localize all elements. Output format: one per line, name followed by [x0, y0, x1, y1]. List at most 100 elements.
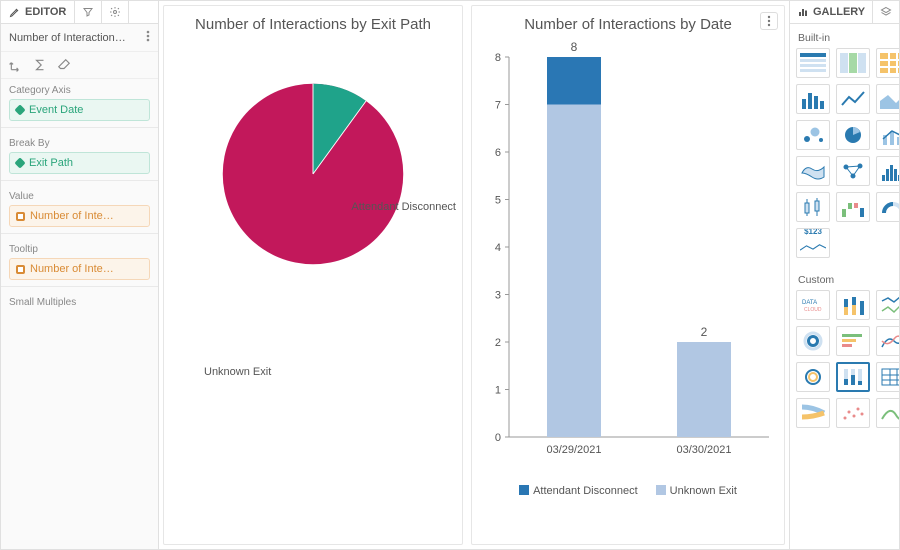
svg-text:5: 5 [495, 195, 501, 207]
svg-text:3: 3 [495, 290, 501, 302]
thumb-histogram[interactable] [876, 156, 899, 186]
thumb-gauge[interactable] [876, 192, 899, 222]
section-tooltip: Tooltip Number of Inte… [1, 238, 158, 282]
custom-grid: DATACLOUD [790, 290, 899, 436]
thumb-table-viz[interactable] [876, 362, 899, 392]
builtin-grid: $123 [790, 48, 899, 266]
divider [1, 233, 158, 234]
thumb-kpi[interactable]: $123 [796, 228, 830, 258]
thumb-geo[interactable] [796, 156, 830, 186]
pie-label-attendant: Attendant Disconnect [351, 201, 456, 213]
card-bar[interactable]: Number of Interactions by Date 0 1 2 3 4 [471, 5, 785, 545]
section-value: Value Number of Inte… [1, 185, 158, 229]
kebab-icon [764, 15, 774, 27]
settings-button[interactable] [102, 1, 129, 23]
thumb-stacked-bar-pct[interactable] [836, 362, 870, 392]
x-tick-0: 03/29/2021 [546, 444, 601, 456]
gallery-section-builtin: Built-in [790, 24, 899, 48]
thumb-waterfall[interactable] [836, 192, 870, 222]
svg-text:8: 8 [495, 52, 501, 64]
thumb-curve[interactable] [876, 398, 899, 428]
thumb-scatter[interactable] [836, 398, 870, 428]
thumb-lines-multi[interactable] [876, 326, 899, 356]
thumb-line[interactable] [836, 84, 870, 114]
chart-title: Number of Interactions by Date [524, 16, 732, 33]
chip-text: Event Date [29, 104, 83, 116]
card-pie[interactable]: Number of Interactions by Exit Path Atte… [163, 5, 463, 545]
divider [1, 180, 158, 181]
thumb-bar[interactable] [796, 84, 830, 114]
module-menu-button[interactable] [146, 30, 150, 45]
x-tick-1: 03/30/2021 [676, 444, 731, 456]
chip-glyph-icon [16, 265, 25, 274]
thumb-sparklines[interactable] [876, 290, 899, 320]
chart-title: Number of Interactions by Exit Path [195, 16, 431, 33]
svg-text:6: 6 [495, 147, 501, 159]
gallery-section-custom: Custom [790, 266, 899, 290]
app-root: EDITOR Number of Interaction… Category A… [0, 0, 900, 550]
editor-tool-row [1, 52, 158, 79]
thumb-pie[interactable] [836, 120, 870, 150]
thumb-grid-simple[interactable] [796, 48, 830, 78]
filter-icon [82, 6, 94, 18]
chip-exit-path[interactable]: Exit Path [9, 152, 150, 174]
thumb-sunburst[interactable] [796, 326, 830, 356]
section-label: Break By [9, 138, 150, 149]
thumb-combo[interactable] [876, 120, 899, 150]
section-label: Value [9, 191, 150, 202]
divider [1, 127, 158, 128]
legend-item-attendant[interactable]: Attendant Disconnect [519, 485, 638, 497]
thumb-boxplot[interactable] [796, 192, 830, 222]
thumb-bubble[interactable] [796, 120, 830, 150]
chip-glyph-icon [16, 212, 25, 221]
thumb-network[interactable] [836, 156, 870, 186]
chip-glyph-icon [14, 157, 25, 168]
svg-text:DATA: DATA [802, 300, 817, 306]
module-title: Number of Interaction… [9, 32, 126, 44]
pie-chart [218, 79, 408, 269]
section-label: Category Axis [9, 85, 150, 96]
legend-item-unknown[interactable]: Unknown Exit [656, 485, 737, 497]
canvas: Number of Interactions by Exit Path Atte… [159, 1, 789, 549]
thumb-grid-columns[interactable] [836, 48, 870, 78]
chip-tooltip[interactable]: Number of Inte… [9, 258, 150, 280]
chip-event-date[interactable]: Event Date [9, 99, 150, 121]
chip-text: Number of Inte… [30, 263, 114, 275]
thumb-stacked-bar[interactable] [836, 290, 870, 320]
tab-editor[interactable]: EDITOR [1, 1, 75, 23]
svg-text:0: 0 [495, 432, 501, 444]
svg-text:CLOUD: CLOUD [804, 307, 822, 313]
module-title-row: Number of Interaction… [1, 24, 158, 52]
eraser-icon[interactable] [57, 58, 71, 72]
bar-chart-icon [797, 6, 809, 18]
thumb-sankey[interactable] [796, 398, 830, 428]
bar-total-1: 2 [701, 325, 708, 339]
svg-text:1: 1 [495, 385, 501, 397]
section-category-axis: Category Axis Event Date [1, 79, 158, 123]
gallery-panel: GALLERY Built-in $123 Custom [789, 1, 899, 549]
section-label: Small Multiples [9, 297, 150, 308]
svg-text:4: 4 [495, 242, 501, 254]
gallery-header: GALLERY [790, 1, 899, 24]
thumb-grid-matrix[interactable] [876, 48, 899, 78]
svg-text:7: 7 [495, 100, 501, 112]
section-break-by: Break By Exit Path [1, 132, 158, 176]
thumb-radial[interactable] [796, 362, 830, 392]
svg-text:2: 2 [495, 337, 501, 349]
card-menu-button[interactable] [760, 12, 778, 30]
chip-value[interactable]: Number of Inte… [9, 205, 150, 227]
sigma-icon[interactable] [33, 58, 47, 72]
chip-glyph-icon [14, 104, 25, 115]
section-label: Tooltip [9, 244, 150, 255]
tab-gallery-label: GALLERY [813, 6, 865, 18]
tab-gallery[interactable]: GALLERY [790, 1, 873, 23]
editor-header: EDITOR [1, 1, 158, 24]
swap-axes-icon[interactable] [9, 58, 23, 72]
layers-button[interactable] [873, 1, 899, 23]
filter-button[interactable] [75, 1, 102, 23]
layers-icon [880, 6, 892, 18]
thumb-hbar[interactable] [836, 326, 870, 356]
thumb-area[interactable] [876, 84, 899, 114]
thumb-wordcloud[interactable]: DATACLOUD [796, 290, 830, 320]
tab-editor-label: EDITOR [25, 6, 66, 18]
